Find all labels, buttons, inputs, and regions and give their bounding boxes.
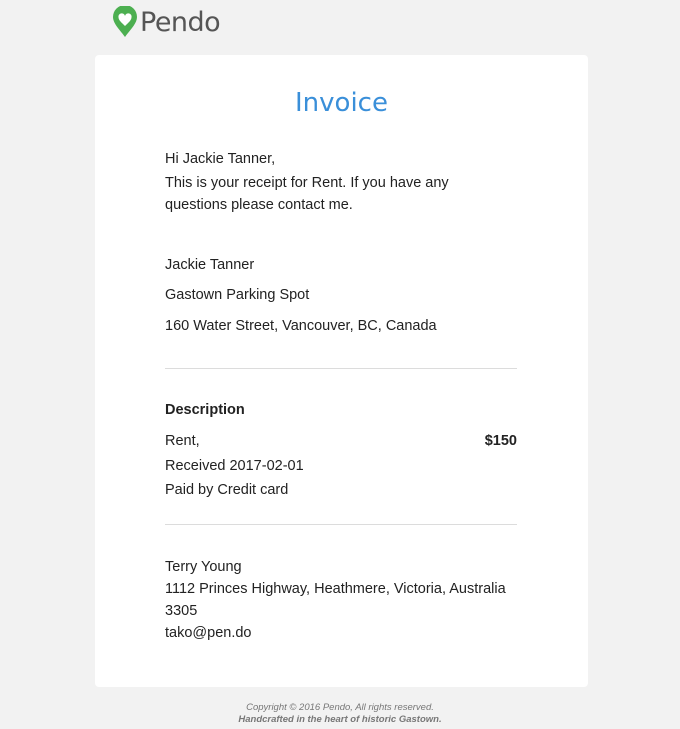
message-line-1: This is your receipt for Rent. If you ha… [165, 175, 449, 191]
recipient-name: Jackie Tanner [165, 257, 255, 273]
recipient-address: 160 Water Street, Vancouver, BC, Canada [165, 318, 437, 334]
sender-email[interactable]: tako@pen.do [165, 621, 251, 645]
sender-address-line-1: 1112 Princes Highway, Heathmere, Victori… [165, 581, 506, 597]
pendo-logo[interactable]: Pendo [112, 6, 221, 38]
divider-top [165, 368, 517, 369]
divider-bottom [165, 524, 517, 525]
received-date: Received 2017-02-01 [165, 458, 304, 474]
heart-pin-icon [113, 6, 137, 37]
message-line-2: questions please contact me. [165, 197, 353, 213]
footer-tagline: Handcrafted in the heart of historic Gas… [238, 714, 442, 725]
sender-address-line-2: 3305 [165, 603, 198, 619]
payment-method: Paid by Credit card [165, 482, 289, 498]
greeting-text: Hi Jackie Tanner, [165, 151, 276, 167]
item-name: Rent, [165, 433, 200, 449]
sender-name: Terry Young [165, 559, 242, 575]
page: Pendo Invoice Hi Jackie Tanner, This is … [0, 0, 680, 729]
brand-name: Pendo [140, 6, 221, 38]
recipient-property: Gastown Parking Spot [165, 287, 310, 303]
item-amount: $150 [484, 433, 517, 449]
invoice-card: Invoice Hi Jackie Tanner, This is your r… [95, 55, 588, 687]
invoice-title: Invoice [295, 88, 388, 118]
description-header: Description [165, 402, 245, 418]
footer-copyright: Copyright © 2016 Pendo, All rights reser… [246, 702, 434, 713]
